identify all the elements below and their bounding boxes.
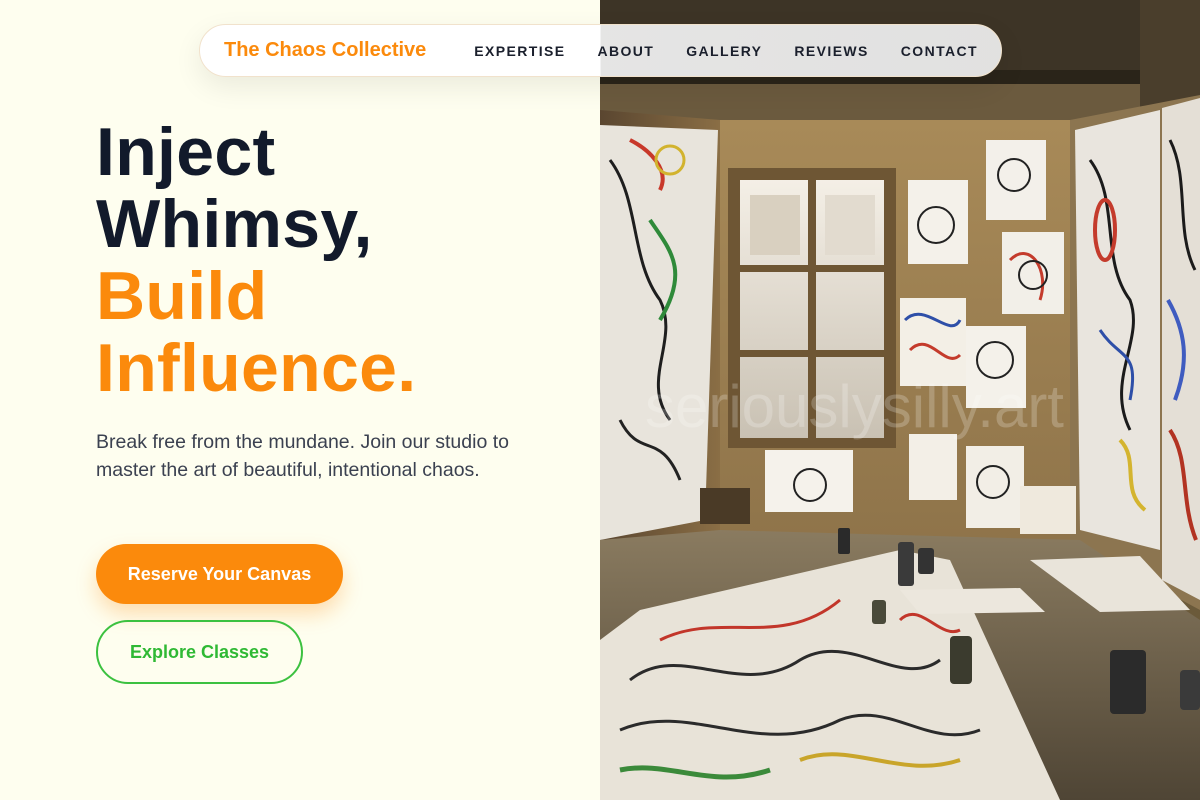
- hero-title-line-3: Build: [96, 258, 268, 334]
- hero-title: Inject Whimsy, Build Influence.: [96, 116, 576, 404]
- nav-link-expertise[interactable]: EXPERTISE: [474, 43, 565, 59]
- reserve-canvas-button[interactable]: Reserve Your Canvas: [96, 544, 343, 604]
- hero-title-line-4: Influence.: [96, 330, 417, 406]
- nav-link-about[interactable]: ABOUT: [597, 43, 654, 59]
- studio-photo: [600, 0, 1200, 800]
- top-navbar: The Chaos Collective EXPERTISE ABOUT GAL…: [199, 24, 1002, 77]
- nav-link-reviews[interactable]: REVIEWS: [794, 43, 868, 59]
- nav-link-gallery[interactable]: GALLERY: [686, 43, 762, 59]
- brand-logo[interactable]: The Chaos Collective: [224, 39, 426, 62]
- explore-classes-button[interactable]: Explore Classes: [96, 620, 303, 684]
- hero-title-line-2: Whimsy,: [96, 186, 373, 262]
- hero-title-line-1: Inject: [96, 114, 276, 190]
- nav-link-contact[interactable]: CONTACT: [901, 43, 978, 59]
- nav-links: EXPERTISE ABOUT GALLERY REVIEWS CONTACT: [474, 43, 978, 59]
- hero-description: Break free from the mundane. Join our st…: [96, 431, 509, 481]
